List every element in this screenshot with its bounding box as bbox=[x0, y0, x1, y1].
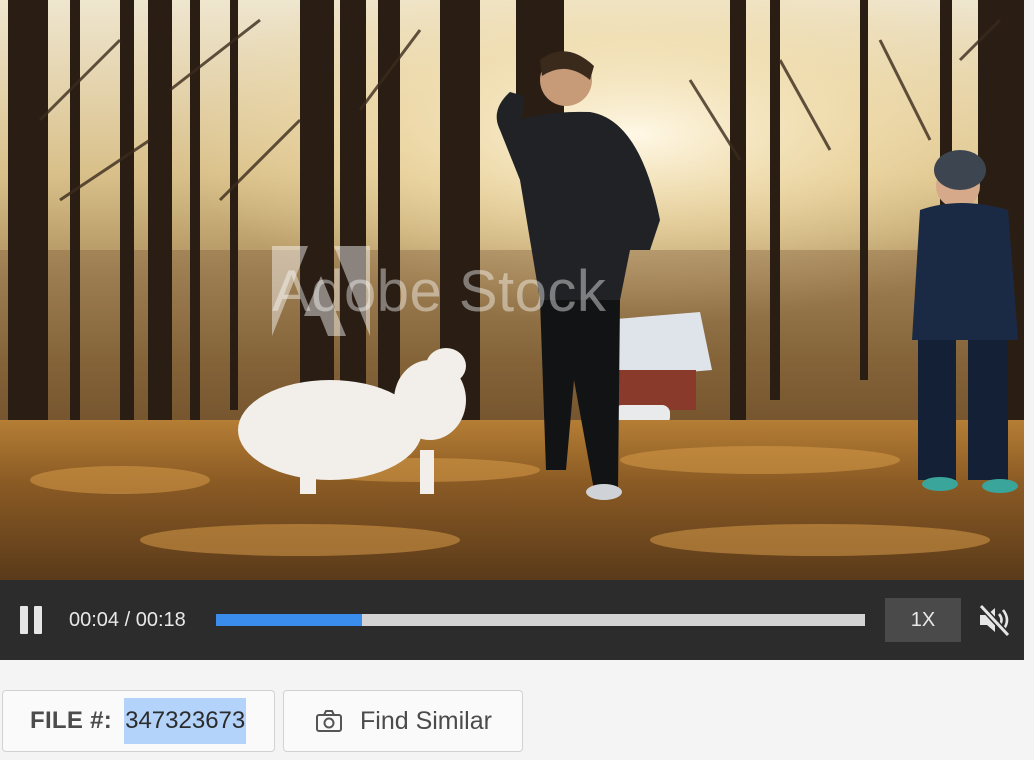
progress-fill bbox=[216, 614, 363, 626]
file-number-box: FILE #: 347323673 bbox=[2, 690, 275, 752]
pause-button[interactable] bbox=[18, 604, 46, 636]
file-number-label: FILE #: bbox=[30, 707, 113, 734]
playback-speed-button[interactable]: 1X bbox=[885, 598, 961, 642]
pause-icon bbox=[20, 606, 28, 634]
find-similar-button[interactable]: Find Similar bbox=[283, 690, 523, 752]
file-number-value[interactable]: 347323673 bbox=[124, 698, 247, 744]
camera-icon bbox=[316, 710, 342, 732]
time-display: 00:04 / 00:18 bbox=[69, 609, 186, 631]
video-controls: 00:04 / 00:18 1X bbox=[0, 580, 1024, 660]
stock-video-page: Adobe Stock 00:04 / 00:18 1X FILE #: 347… bbox=[0, 0, 1034, 760]
progress-bar[interactable] bbox=[216, 614, 865, 626]
video-scene bbox=[0, 0, 1024, 580]
pause-icon-bar bbox=[34, 606, 42, 634]
muted-speaker-icon bbox=[978, 603, 1011, 638]
video-frame[interactable]: Adobe Stock bbox=[0, 0, 1024, 580]
find-similar-label: Find Similar bbox=[360, 706, 492, 735]
mute-toggle-button[interactable] bbox=[976, 602, 1012, 638]
